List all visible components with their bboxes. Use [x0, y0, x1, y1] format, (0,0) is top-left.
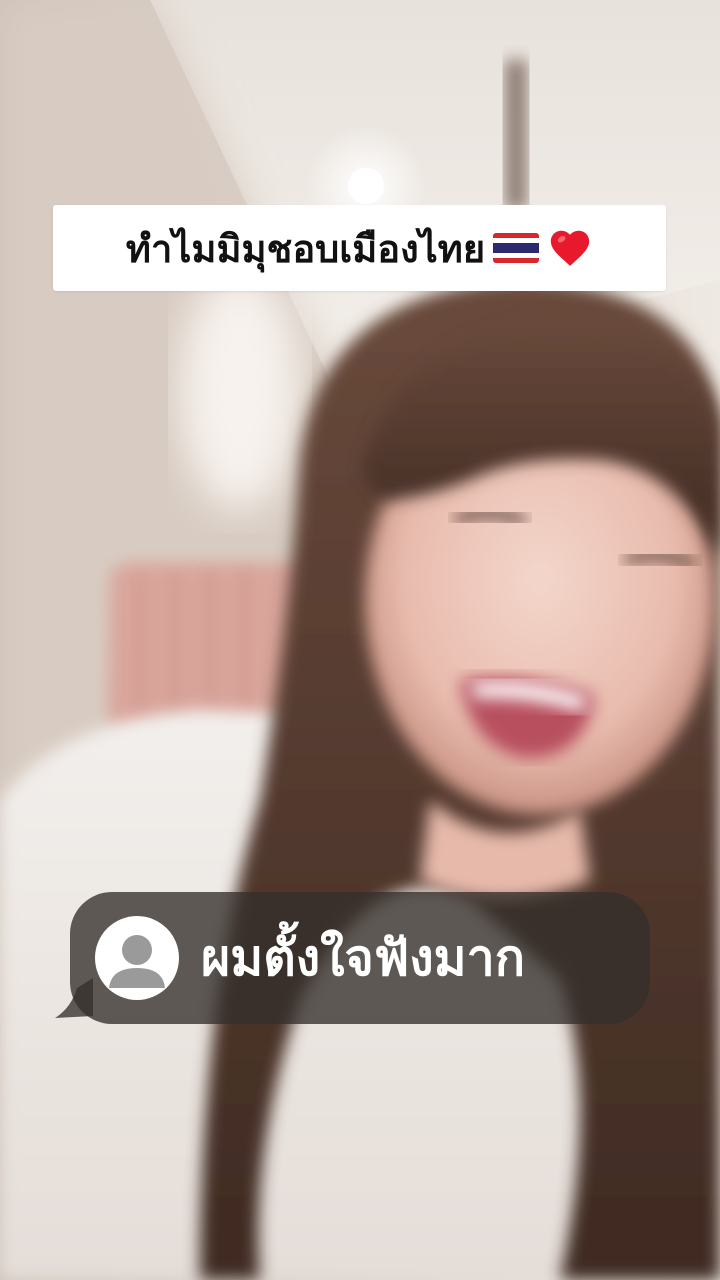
comment-reply-bubble[interactable]: ผมตั้งใจฟังมาก [70, 892, 650, 1024]
video-background [0, 0, 720, 1280]
title-caption: ทำไมมิมุชอบเมืองไทย [53, 205, 666, 291]
title-caption-text: ทำไมมิมุชอบเมืองไทย [125, 226, 486, 271]
default-user-icon [109, 935, 165, 988]
avatar[interactable] [95, 916, 179, 1000]
red-heart-icon [547, 225, 593, 271]
video-frame: ทำไมมิมุชอบเมืองไทย ผมตั้งใจฟังมาก [0, 0, 720, 1280]
thailand-flag-icon [493, 233, 540, 263]
comment-text: ผมตั้งใจฟังมาก [201, 928, 525, 987]
